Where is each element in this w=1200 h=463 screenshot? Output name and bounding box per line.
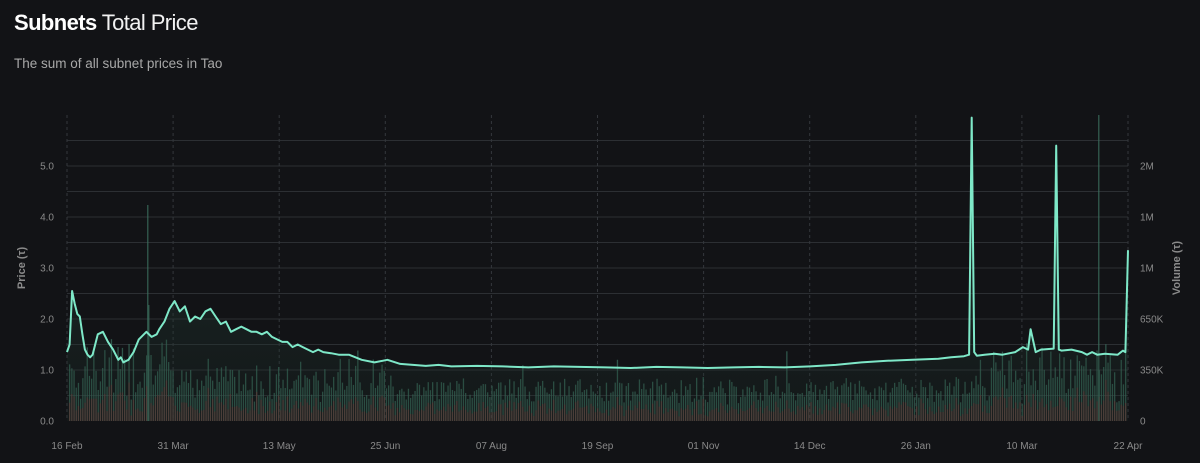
y-tick-label: 3.0 xyxy=(40,264,54,275)
y2-axis-ticks: 0 350K 650K 1M 1M 2M xyxy=(1140,162,1164,428)
x-tick-label: 13 May xyxy=(263,441,296,452)
y2-tick-label: 2M xyxy=(1140,162,1154,173)
price-chart[interactable]: 0.0 1.0 2.0 3.0 4.0 5.0 0 350K 650K 1M 1M 2M 16 Fe… xyxy=(0,0,1200,463)
x-tick-label: 10 Mar xyxy=(1006,441,1038,452)
x-tick-label: 22 Apr xyxy=(1114,441,1144,452)
y-axis-title: Price (τ) xyxy=(16,247,28,290)
y2-tick-label: 650K xyxy=(1140,315,1164,326)
y-axis-ticks: 0.0 1.0 2.0 3.0 4.0 5.0 xyxy=(40,162,54,428)
x-tick-label: 26 Jan xyxy=(901,441,931,452)
x-tick-label: 19 Sep xyxy=(582,441,614,452)
y-tick-label: 0.0 xyxy=(40,417,54,428)
y-tick-label: 4.0 xyxy=(40,213,54,224)
x-tick-label: 14 Dec xyxy=(794,441,826,452)
y2-tick-label: 0 xyxy=(1140,417,1146,428)
y2-axis-title: Volume (τ) xyxy=(1171,241,1183,296)
y-tick-label: 1.0 xyxy=(40,366,54,377)
y-tick-label: 5.0 xyxy=(40,162,54,173)
x-axis-ticks: 16 Feb 31 Mar 13 May 25 Jun 07 Aug 19 Sep 01 N… xyxy=(51,441,1143,452)
y2-tick-label: 350K xyxy=(1140,366,1164,377)
x-tick-label: 16 Feb xyxy=(51,441,83,452)
x-tick-label: 01 Nov xyxy=(688,441,720,452)
x-tick-label: 25 Jun xyxy=(370,441,400,452)
y2-tick-label: 1M xyxy=(1140,213,1154,224)
x-tick-label: 31 Mar xyxy=(158,441,190,452)
x-tick-label: 07 Aug xyxy=(476,441,507,452)
y2-tick-label: 1M xyxy=(1140,264,1154,275)
y-tick-label: 2.0 xyxy=(40,315,54,326)
